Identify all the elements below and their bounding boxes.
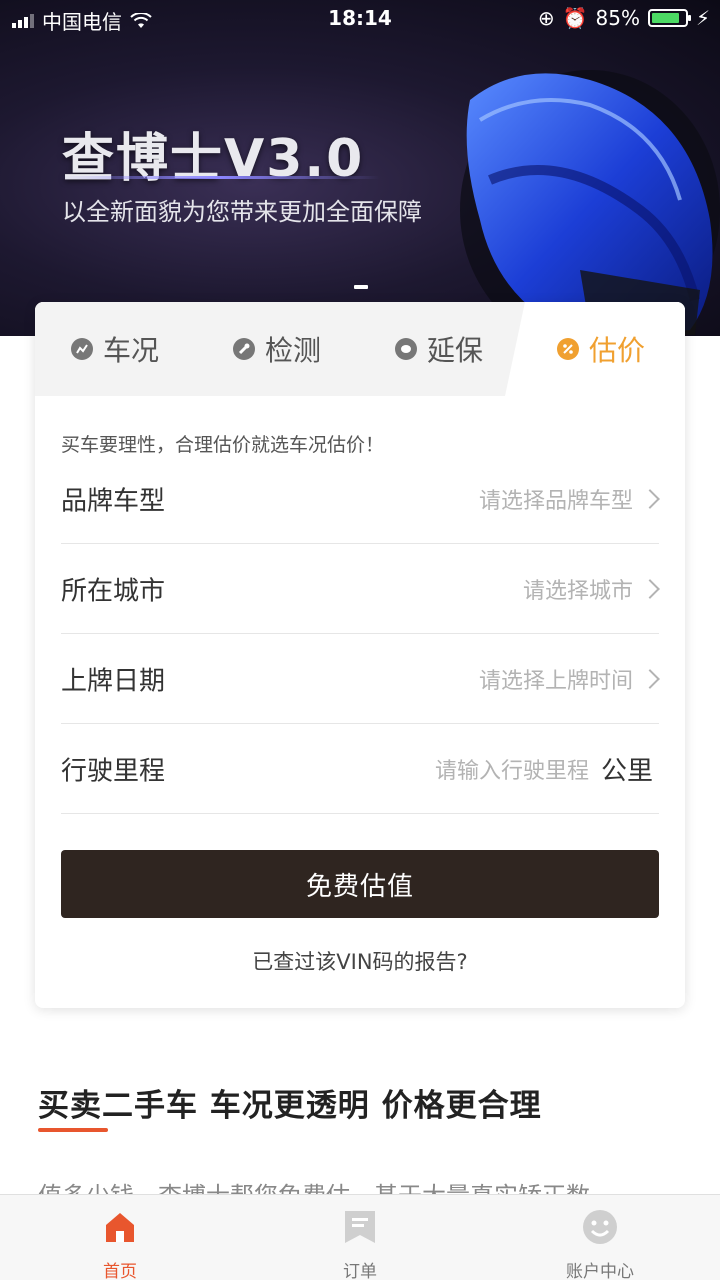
orientation-lock-icon: ⊕ [537,6,555,30]
carousel-indicator [354,285,368,289]
mileage-label: 行驶里程 [61,756,166,786]
tabbar-label: 订单 [343,1262,377,1280]
status-bar: 中国电信 18:14 ⊕ ⏰ 85% ⚡ [0,0,720,36]
percent-icon [557,338,579,360]
tab-label: 车况 [103,334,160,367]
tabbar-orders[interactable]: 订单 [240,1195,480,1280]
chart-icon [71,338,93,360]
car-illustration [460,70,720,336]
valuation-tagline: 买车要理性，合理估价就选车况估价！ [61,434,385,456]
city-label: 所在城市 [61,576,166,606]
tab-label: 延保 [427,334,484,367]
bottom-tab-bar: 首页 订单 账户中心 [0,1194,720,1280]
tab-label: 估价 [589,334,646,367]
mileage-unit: 公里 [600,756,653,786]
registration-date-value: 请选择上牌时间 [478,668,633,694]
tabbar-account[interactable]: 账户中心 [480,1195,720,1280]
tab-inspection[interactable]: 检测 [233,302,321,396]
vin-report-link[interactable]: 已查过该VIN码的报告? [35,946,685,976]
wrench-icon [233,338,255,360]
free-valuation-button[interactable]: 免费估值 [61,850,659,918]
banner-title: 查博士V3.0 [62,129,365,189]
section-underline [38,1128,108,1132]
chevron-right-icon [640,578,660,599]
tabbar-label: 账户中心 [566,1262,634,1280]
promo-banner[interactable]: 中国电信 18:14 ⊕ ⏰ 85% ⚡ 查博士V3.0 以全新面貌为您带来更加… [0,0,720,336]
tabbar-home[interactable]: 首页 [0,1195,240,1280]
city-value: 请选择城市 [522,578,633,604]
battery-icon [647,9,691,27]
brand-model-selector[interactable]: 品牌车型 请选择品牌车型 [61,454,660,544]
home-icon [106,1213,134,1242]
tabbar-label: 首页 [103,1262,137,1280]
mileage-row: 行驶里程 请输入行驶里程 公里 [61,724,659,814]
smile-icon [583,1210,617,1244]
service-tabs: 车况 检测 延保 估价 [35,302,685,396]
city-selector[interactable]: 所在城市 请选择城市 [61,544,660,634]
mileage-input[interactable]: 请输入行驶里程 [435,753,589,785]
banner-subtitle: 以全新面貌为您带来更加全面保障 [62,198,422,226]
banner-glow-line [60,176,380,179]
tab-label: 检测 [265,334,322,367]
status-right: ⊕ ⏰ 85% ⚡ [538,6,710,30]
bookmark-icon [345,1211,375,1243]
brand-model-label: 品牌车型 [61,486,166,516]
tab-warranty[interactable]: 延保 [395,302,483,396]
shield-icon [395,338,417,360]
chevron-right-icon [640,668,660,689]
charging-icon: ⚡ [695,6,710,30]
alarm-icon: ⏰ [562,6,588,30]
section-title: 买卖二手车 车况更透明 价格更合理 [38,1088,542,1124]
tab-valuation[interactable]: 估价 [557,302,645,396]
valuation-card: 车况 检测 延保 估价 买车要理性，合理估价就选车况估价！ 品牌车型 请选择品牌… [35,302,685,1008]
registration-date-label: 上牌日期 [61,666,166,696]
registration-date-selector[interactable]: 上牌日期 请选择上牌时间 [61,634,660,724]
battery-percent: 85% [595,6,640,30]
brand-model-value: 请选择品牌车型 [478,488,633,514]
tab-condition[interactable]: 车况 [71,302,159,396]
chevron-right-icon [640,488,660,509]
